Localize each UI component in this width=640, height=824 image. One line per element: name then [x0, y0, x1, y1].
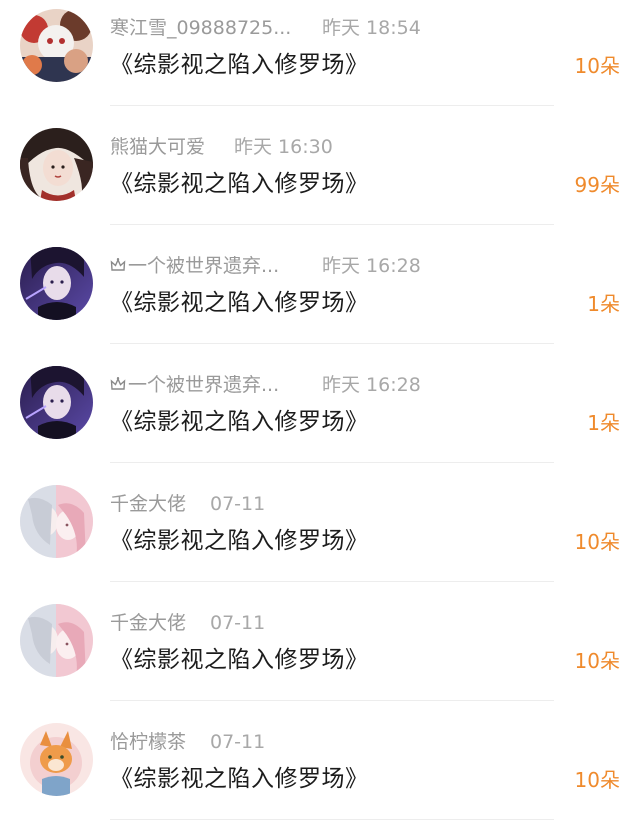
divider [110, 343, 554, 344]
divider [110, 819, 554, 820]
avatar[interactable] [20, 128, 93, 201]
user-name[interactable]: 千金大佬 [110, 490, 186, 518]
list-item[interactable]: 熊猫大可爱 昨天 16:30 《综影视之陷入修罗场》 99朵 [0, 119, 640, 238]
avatar[interactable] [20, 366, 93, 439]
divider [110, 700, 554, 701]
book-title[interactable]: 《综影视之陷入修罗场》 [110, 167, 369, 201]
avatar-image [20, 366, 93, 439]
item-meta: 恰柠檬茶 07-11 [110, 728, 265, 756]
timestamp: 昨天 16:28 [322, 374, 421, 396]
avatar[interactable] [20, 485, 93, 558]
list-item[interactable]: 寒江雪_09888725... 昨天 18:54 《综影视之陷入修罗场》 10朵 [0, 0, 640, 119]
avatar-image [20, 9, 93, 82]
divider [110, 462, 554, 463]
user-name[interactable]: 熊猫大可爱 [110, 133, 205, 161]
user-name[interactable]: 恰柠檬茶 [110, 728, 186, 756]
flower-count: 10朵 [574, 530, 620, 554]
avatar[interactable] [20, 247, 93, 320]
timestamp: 昨天 16:30 [234, 136, 333, 158]
timestamp: 07-11 [210, 731, 266, 753]
user-name-text: 一个被世界遗弃... [128, 374, 280, 396]
divider [110, 105, 554, 106]
user-name-text: 一个被世界遗弃... [128, 255, 280, 277]
item-meta: 千金大佬 07-11 [110, 609, 265, 637]
user-name[interactable]: 一个被世界遗弃... [110, 252, 279, 280]
item-meta: 一个被世界遗弃... 昨天 16:28 [110, 252, 421, 280]
item-meta: 千金大佬 07-11 [110, 490, 265, 518]
flower-count: 10朵 [574, 54, 620, 78]
timestamp: 昨天 16:28 [322, 255, 421, 277]
avatar[interactable] [20, 9, 93, 82]
user-name[interactable]: 寒江雪_09888725... [110, 14, 291, 42]
avatar-image [20, 604, 93, 677]
flower-count: 10朵 [574, 649, 620, 673]
book-title[interactable]: 《综影视之陷入修罗场》 [110, 286, 369, 320]
avatar-image [20, 128, 93, 201]
flower-count: 99朵 [574, 173, 620, 197]
list-item[interactable]: 恰柠檬茶 07-11 《综影视之陷入修罗场》 10朵 [0, 714, 640, 824]
divider [110, 224, 554, 225]
list-item[interactable]: 一个被世界遗弃... 昨天 16:28 《综影视之陷入修罗场》 1朵 [0, 357, 640, 476]
avatar[interactable] [20, 723, 93, 796]
flower-count: 1朵 [587, 292, 620, 316]
book-title[interactable]: 《综影视之陷入修罗场》 [110, 643, 369, 677]
list-item[interactable]: 千金大佬 07-11 《综影视之陷入修罗场》 10朵 [0, 476, 640, 595]
book-title[interactable]: 《综影视之陷入修罗场》 [110, 762, 369, 796]
item-meta: 一个被世界遗弃... 昨天 16:28 [110, 371, 421, 399]
avatar-image [20, 723, 93, 796]
avatar[interactable] [20, 604, 93, 677]
user-name[interactable]: 千金大佬 [110, 609, 186, 637]
list-item[interactable]: 千金大佬 07-11 《综影视之陷入修罗场》 10朵 [0, 595, 640, 714]
book-title[interactable]: 《综影视之陷入修罗场》 [110, 524, 369, 558]
timestamp: 昨天 18:54 [322, 17, 421, 39]
crown-icon [110, 377, 126, 390]
timestamp: 07-11 [210, 612, 266, 634]
flower-count: 1朵 [587, 411, 620, 435]
avatar-image [20, 247, 93, 320]
item-meta: 寒江雪_09888725... 昨天 18:54 [110, 14, 421, 42]
list-item[interactable]: 一个被世界遗弃... 昨天 16:28 《综影视之陷入修罗场》 1朵 [0, 238, 640, 357]
avatar-image [20, 485, 93, 558]
user-name[interactable]: 一个被世界遗弃... [110, 371, 279, 399]
book-title[interactable]: 《综影视之陷入修罗场》 [110, 48, 369, 82]
flower-count: 10朵 [574, 768, 620, 792]
gift-record-list: 寒江雪_09888725... 昨天 18:54 《综影视之陷入修罗场》 10朵… [0, 0, 640, 824]
item-meta: 熊猫大可爱 昨天 16:30 [110, 133, 333, 161]
divider [110, 581, 554, 582]
crown-icon [110, 258, 126, 271]
timestamp: 07-11 [210, 493, 266, 515]
book-title[interactable]: 《综影视之陷入修罗场》 [110, 405, 369, 439]
